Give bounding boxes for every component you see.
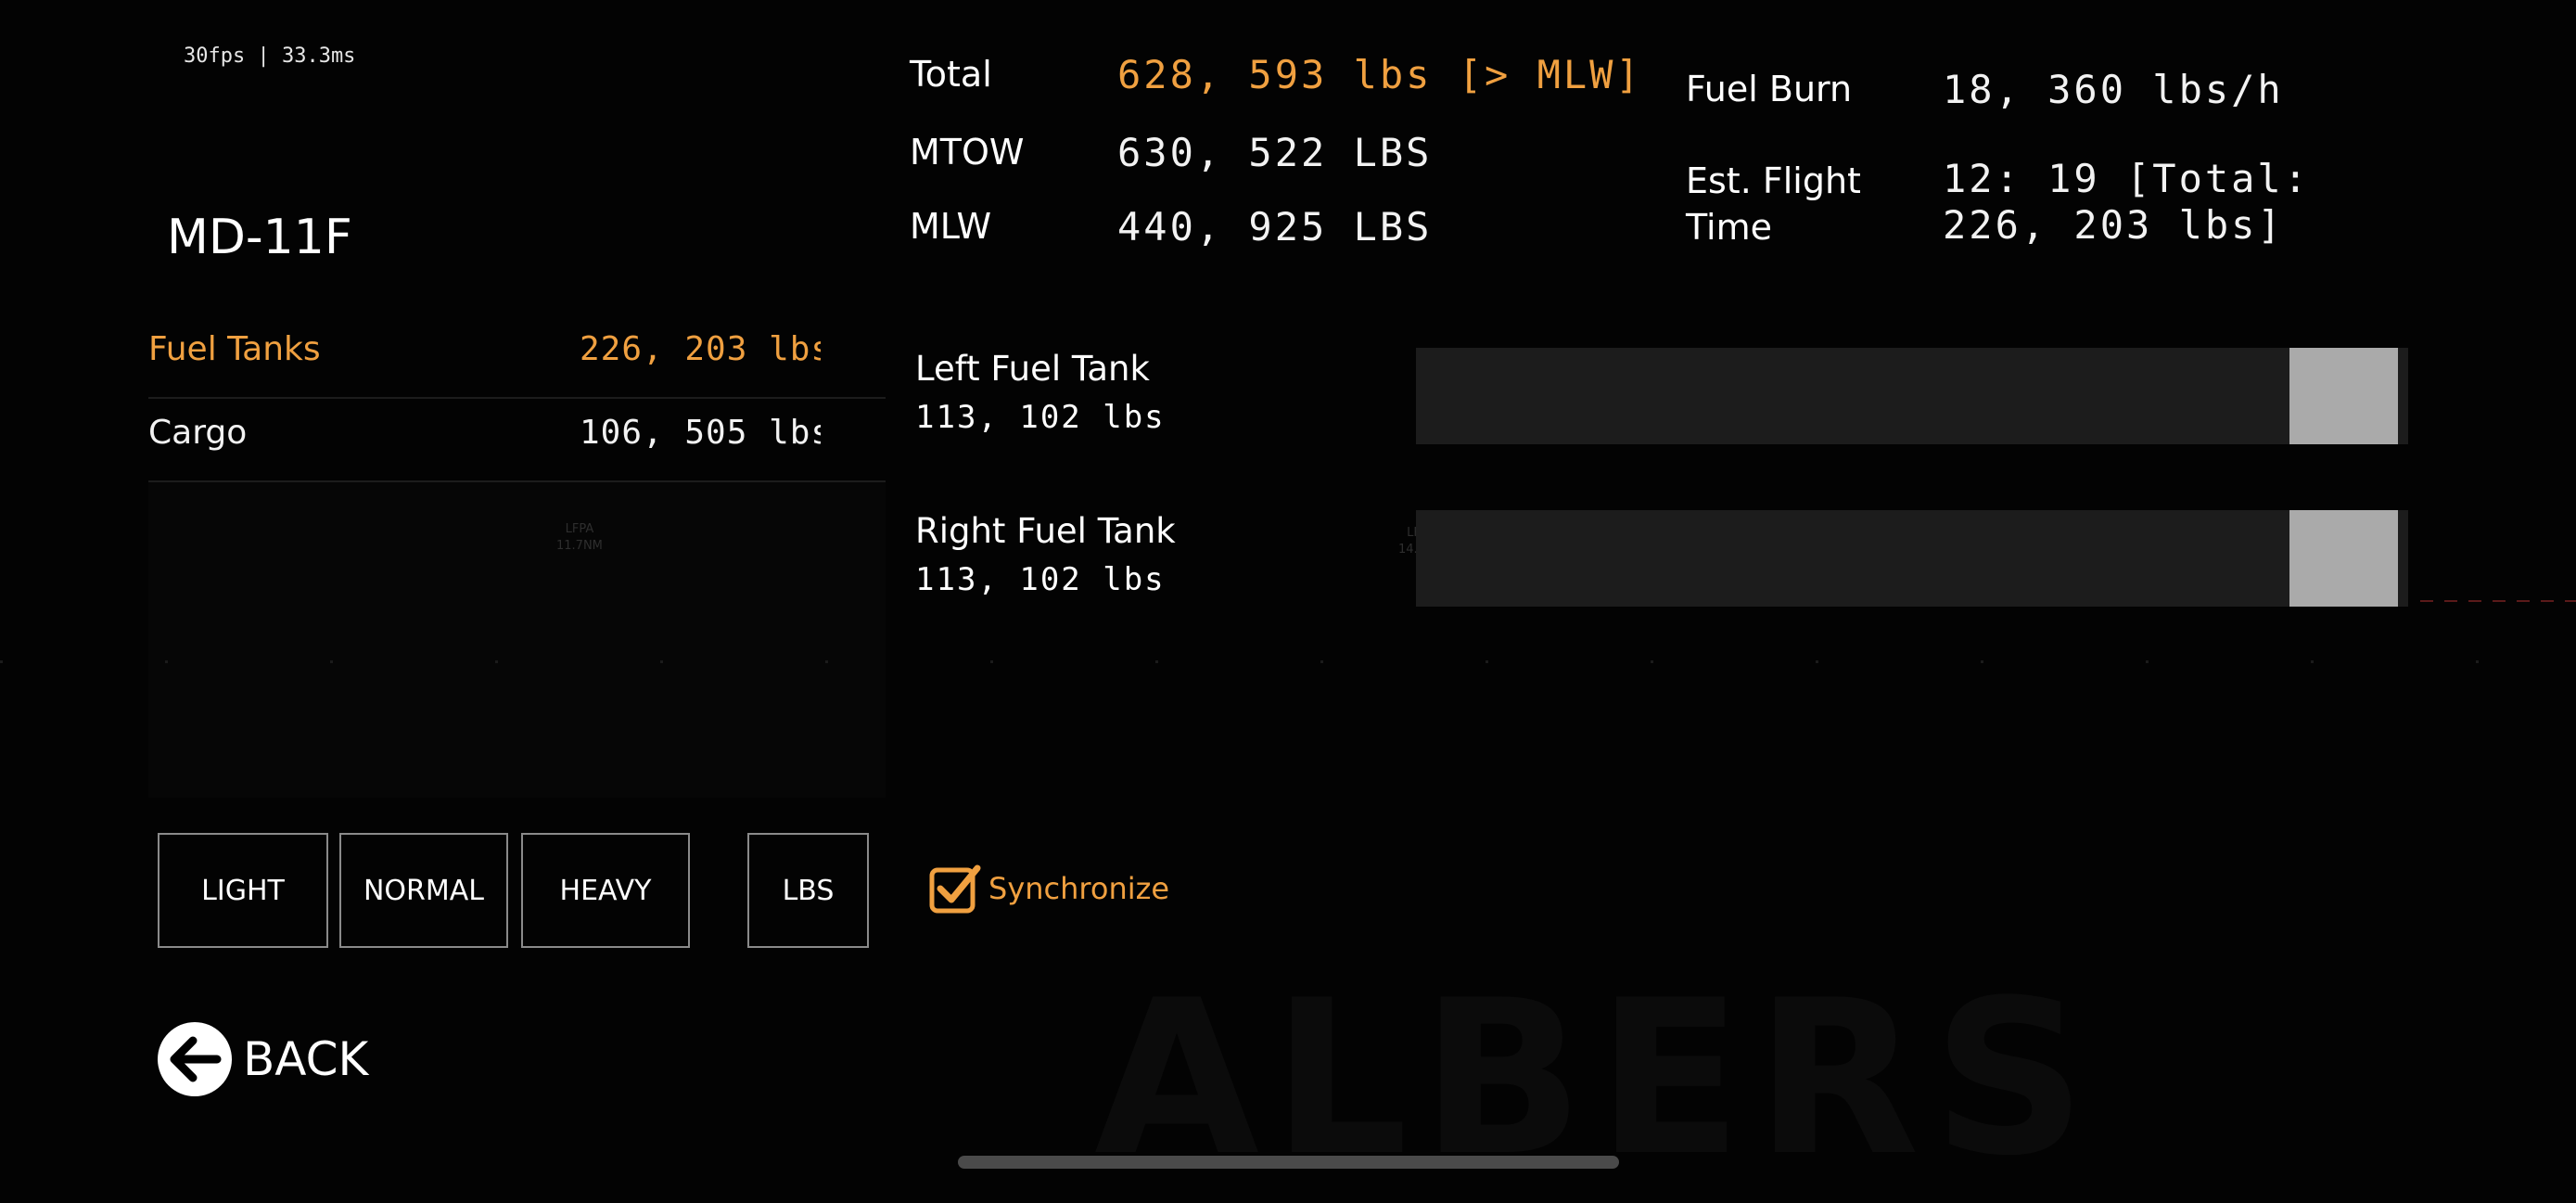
fps-counter: 30fps | 33.3ms — [184, 45, 356, 68]
home-indicator[interactable] — [958, 1156, 1619, 1169]
preset-normal-button[interactable]: NORMAL — [339, 833, 508, 948]
right-tank-value: 113, 102 lbs — [915, 561, 1166, 598]
aircraft-title: MD-11F — [167, 210, 352, 265]
right-tank-fill[interactable] — [2289, 510, 2399, 607]
tab-fuel-tanks-label: Fuel Tanks — [148, 330, 321, 368]
left-tank-slider[interactable] — [1416, 348, 2408, 444]
tab-cargo-label: Cargo — [148, 414, 248, 452]
synchronize-toggle[interactable]: Synchronize — [929, 863, 1169, 915]
fuel-burn-value: 18, 360 lbs/h — [1943, 67, 2284, 112]
mlw-label: MLW — [910, 206, 992, 247]
flight-time-value: 12: 19 [Total: 226, 203 lbs] — [1943, 156, 2311, 248]
map-route-line — [0, 660, 2576, 663]
left-tank-value: 113, 102 lbs — [915, 399, 1166, 436]
preset-light-button[interactable]: LIGHT — [158, 833, 328, 948]
payload-tabs: Fuel Tanks 226, 203 lbs Cargo 106, 505 l… — [148, 315, 886, 482]
map-waypoint-lfpa: LFPA 11.7NM — [556, 522, 603, 553]
total-value: 628, 593 lbs [> MLW] — [1117, 52, 1642, 97]
flight-time-label: Est. Flight Time — [1686, 160, 1861, 248]
left-tank-fill[interactable] — [2289, 348, 2399, 444]
map-backdrop-panel — [148, 482, 886, 798]
tab-cargo[interactable]: Cargo 106, 505 lbs — [148, 399, 886, 482]
tab-fuel-tanks-value: 226, 203 lbs — [580, 330, 821, 368]
preset-heavy-button[interactable]: HEAVY — [521, 833, 690, 948]
right-tank-slider[interactable] — [1416, 510, 2408, 607]
total-label: Total — [910, 54, 992, 95]
map-route-line-red — [2420, 600, 2576, 602]
right-tank-label: Right Fuel Tank — [915, 511, 1176, 551]
mlw-value: 440, 925 LBS — [1117, 204, 1433, 250]
synchronize-label: Synchronize — [988, 871, 1170, 906]
tab-fuel-tanks[interactable]: Fuel Tanks 226, 203 lbs — [148, 315, 886, 399]
unit-toggle-button[interactable]: LBS — [747, 833, 869, 948]
mtow-label: MTOW — [910, 132, 1025, 173]
left-tank-label: Left Fuel Tank — [915, 349, 1150, 389]
back-button[interactable]: BACK — [158, 1022, 368, 1096]
mtow-value: 630, 522 LBS — [1117, 130, 1433, 175]
fuel-burn-label: Fuel Burn — [1686, 69, 1853, 109]
checkmark-icon[interactable] — [929, 863, 981, 915]
tab-cargo-value: 106, 505 lbs — [580, 414, 821, 452]
back-label: BACK — [243, 1032, 369, 1086]
arrow-left-circle-icon[interactable] — [158, 1022, 232, 1096]
